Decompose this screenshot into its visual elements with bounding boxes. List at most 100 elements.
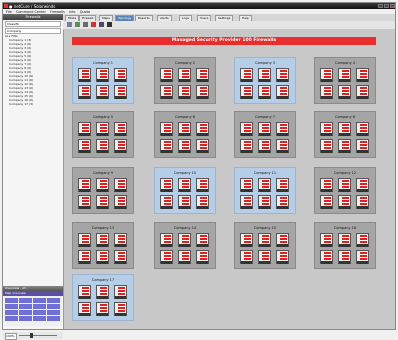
firewall-node[interactable]: [338, 139, 351, 153]
firewall-node[interactable]: [356, 250, 369, 264]
firewall-node[interactable]: [96, 122, 109, 136]
firewall-node[interactable]: [78, 178, 91, 192]
firewall-node[interactable]: [276, 68, 289, 82]
company-group[interactable]: Company 14: [154, 222, 216, 269]
firewall-node[interactable]: [356, 233, 369, 247]
firewall-node[interactable]: [196, 233, 209, 247]
firewall-node[interactable]: [160, 85, 173, 99]
company-group[interactable]: Company 15: [234, 222, 296, 269]
firewall-node[interactable]: [320, 195, 333, 209]
firewall-node[interactable]: [320, 122, 333, 136]
firewall-node[interactable]: [356, 139, 369, 153]
save-tool-icon[interactable]: [99, 22, 104, 27]
firewall-node[interactable]: [320, 233, 333, 247]
firewall-node[interactable]: [258, 250, 271, 264]
firewall-node[interactable]: [178, 122, 191, 136]
zoom-slider[interactable]: [19, 334, 57, 336]
firewall-node[interactable]: [240, 85, 253, 99]
firewall-node[interactable]: [196, 250, 209, 264]
firewall-node[interactable]: [196, 122, 209, 136]
firewall-node[interactable]: [356, 68, 369, 82]
firewall-node[interactable]: [178, 178, 191, 192]
company-group[interactable]: Company 2: [154, 57, 216, 104]
classification-field[interactable]: Classific: [5, 20, 61, 27]
firewall-node[interactable]: [78, 250, 91, 264]
company-group[interactable]: Company 3: [234, 57, 296, 104]
firewall-node[interactable]: [178, 233, 191, 247]
firewall-node[interactable]: [96, 68, 109, 82]
firewall-node[interactable]: [320, 85, 333, 99]
firewall-node[interactable]: [114, 195, 127, 209]
firewall-node[interactable]: [78, 68, 91, 82]
firewall-node[interactable]: [114, 302, 127, 316]
firewall-node[interactable]: [196, 139, 209, 153]
firewall-node[interactable]: [276, 233, 289, 247]
firewall-node[interactable]: [160, 178, 173, 192]
company-group[interactable]: Company 16: [314, 222, 376, 269]
firewall-node[interactable]: [356, 178, 369, 192]
firewall-node[interactable]: [276, 122, 289, 136]
firewall-node[interactable]: [356, 122, 369, 136]
firewall-node[interactable]: [78, 233, 91, 247]
company-group[interactable]: Company 12: [314, 167, 376, 214]
firewall-node[interactable]: [96, 139, 109, 153]
firewall-node[interactable]: [78, 139, 91, 153]
firewall-node[interactable]: [114, 85, 127, 99]
firewall-node[interactable]: [338, 122, 351, 136]
firewall-node[interactable]: [96, 195, 109, 209]
firewall-node[interactable]: [96, 250, 109, 264]
firewall-node[interactable]: [114, 122, 127, 136]
firewall-node[interactable]: [96, 85, 109, 99]
firewall-node[interactable]: [320, 250, 333, 264]
firewall-node[interactable]: [338, 178, 351, 192]
firewall-node[interactable]: [258, 195, 271, 209]
firewall-node[interactable]: [96, 285, 109, 299]
firewall-node[interactable]: [240, 233, 253, 247]
firewall-node[interactable]: [160, 233, 173, 247]
company-group[interactable]: Company 8: [314, 111, 376, 158]
firewall-node[interactable]: [78, 195, 91, 209]
firewall-node[interactable]: [240, 122, 253, 136]
firewall-node[interactable]: [276, 139, 289, 153]
firewall-map-canvas[interactable]: Managed Security Provider 100 Firewalls …: [64, 29, 395, 329]
firewall-node[interactable]: [78, 285, 91, 299]
firewall-node[interactable]: [160, 139, 173, 153]
firewall-node[interactable]: [196, 68, 209, 82]
firewall-node[interactable]: [356, 85, 369, 99]
firewall-node[interactable]: [114, 250, 127, 264]
firewall-node[interactable]: [96, 178, 109, 192]
firewall-node[interactable]: [178, 250, 191, 264]
zoom-tool-icon[interactable]: [83, 22, 88, 27]
firewall-node[interactable]: [338, 85, 351, 99]
map-overview[interactable]: [4, 295, 62, 326]
connect-tool-icon[interactable]: [75, 22, 80, 27]
select-tool-icon[interactable]: [67, 22, 72, 27]
firewall-node[interactable]: [276, 250, 289, 264]
firewall-node[interactable]: [196, 195, 209, 209]
maximize-icon[interactable]: [384, 3, 389, 8]
company-group[interactable]: Company 13: [72, 222, 134, 269]
firewall-node[interactable]: [338, 250, 351, 264]
firewall-node[interactable]: [240, 195, 253, 209]
firewall-node[interactable]: [258, 178, 271, 192]
zoom-slider-thumb[interactable]: [30, 332, 33, 338]
firewall-node[interactable]: [258, 68, 271, 82]
firewall-node[interactable]: [196, 178, 209, 192]
firewall-node[interactable]: [160, 68, 173, 82]
firewall-node[interactable]: [240, 250, 253, 264]
company-group[interactable]: Company 9: [72, 167, 134, 214]
company-group[interactable]: Company 17: [72, 274, 134, 321]
firewall-tool-icon[interactable]: [91, 22, 96, 27]
layout-tool-icon[interactable]: [107, 22, 112, 27]
company-group[interactable]: Company 4: [314, 57, 376, 104]
firewall-node[interactable]: [96, 233, 109, 247]
company-group[interactable]: Company 7: [234, 111, 296, 158]
zoom-input[interactable]: 100%: [5, 332, 17, 340]
firewall-node[interactable]: [240, 68, 253, 82]
firewall-node[interactable]: [258, 139, 271, 153]
firewall-node[interactable]: [178, 195, 191, 209]
company-group[interactable]: Company 10: [154, 167, 216, 214]
firewall-node[interactable]: [114, 285, 127, 299]
firewall-node[interactable]: [240, 139, 253, 153]
tree-item[interactable]: Company 17 (3): [5, 102, 61, 106]
